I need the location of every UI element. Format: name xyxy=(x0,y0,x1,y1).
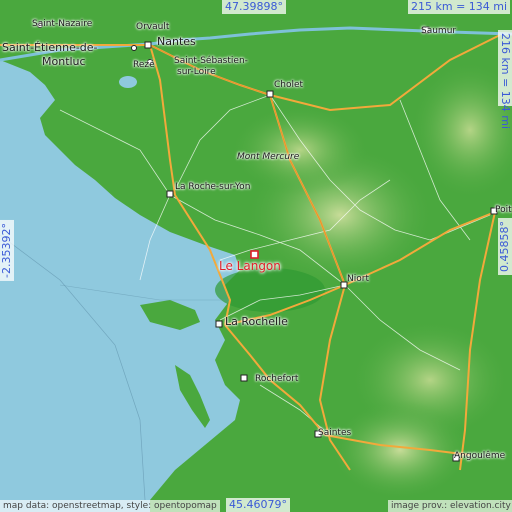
attribution-image-provider: image prov.: elevation.city xyxy=(388,500,512,512)
label-mont-mercure: Mont Mercure xyxy=(237,152,300,162)
label-saintes: Saintes xyxy=(318,428,352,438)
la-rochelle-marker xyxy=(215,320,223,328)
label-saint-sebastien: Saint-Sébastien- xyxy=(174,56,248,66)
terrain-layer xyxy=(0,0,512,512)
label-niort: Niort xyxy=(347,274,369,284)
label-poitiers: Poit xyxy=(495,205,512,215)
le-langon-marker xyxy=(250,250,259,259)
marais-poitevin xyxy=(215,268,325,312)
bottom-latitude: 45.46079° xyxy=(226,498,290,512)
label-saint-nazaire: Saint-Nazaire xyxy=(32,19,93,29)
right-longitude: 0.45858° xyxy=(498,218,512,275)
label-saumur: Saumur xyxy=(421,26,457,36)
top-latitude: 47.39898° xyxy=(222,0,286,14)
left-longitude: -2.35392° xyxy=(0,220,14,281)
label-angouleme: Angoulême xyxy=(454,451,506,461)
nantes-marker xyxy=(144,41,152,49)
map-view[interactable]: Saint-Nazaire Orvault Nantes Saint-Étien… xyxy=(0,0,512,512)
label-le-langon: Le Langon xyxy=(219,259,281,273)
hill-south xyxy=(330,400,470,500)
label-la-rochelle: La Rochelle xyxy=(225,315,288,328)
label-rochefort: Rochefort xyxy=(255,374,299,384)
saint-etienne-marker xyxy=(131,45,137,51)
label-la-roche: La Roche-sur-Yon xyxy=(175,182,251,192)
rochefort-marker xyxy=(240,374,248,382)
vertical-scale: 216 km = 134 mi xyxy=(498,30,512,129)
label-cholet: Cholet xyxy=(274,80,304,90)
label-montluc: Montluc xyxy=(42,55,86,68)
label-sur-loire: sur-Loire xyxy=(177,67,216,77)
label-reze: Rezé xyxy=(133,60,155,70)
la-roche-marker xyxy=(166,190,174,198)
label-orvault: Orvault xyxy=(136,22,170,32)
cholet-marker xyxy=(266,90,274,98)
lac-de-grandlieu xyxy=(119,76,137,88)
label-saint-etienne: Saint-Étienne-de- xyxy=(2,41,98,54)
horizontal-scale: 215 km = 134 mi xyxy=(408,0,511,14)
attribution-map-data: map data: openstreetmap, style: opentopo… xyxy=(0,500,220,512)
label-nantes: Nantes xyxy=(157,35,196,48)
